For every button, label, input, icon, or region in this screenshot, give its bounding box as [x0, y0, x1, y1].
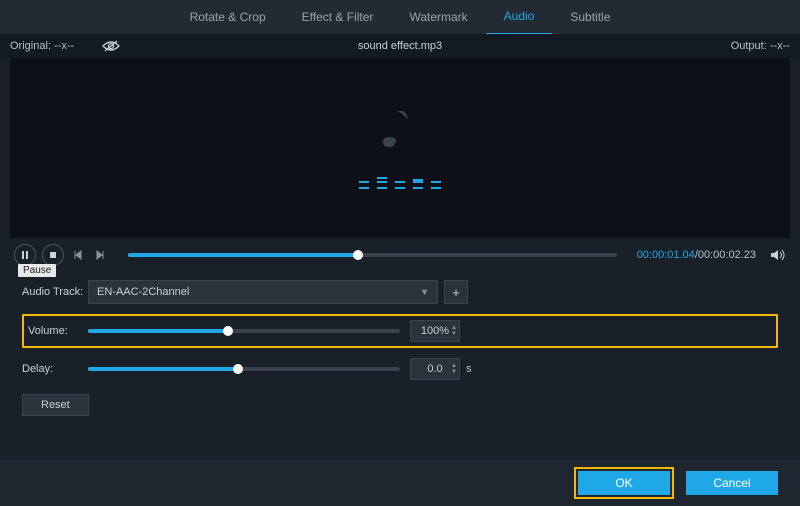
original-size-label: Original: --x-- [10, 40, 74, 52]
volume-label: Volume: [28, 325, 88, 337]
volume-slider-fill [88, 329, 228, 333]
add-audiotrack-button[interactable]: + [444, 280, 468, 304]
volume-slider-thumb[interactable] [223, 326, 233, 336]
visibility-toggle-icon[interactable] [102, 39, 120, 53]
music-note-icon [383, 107, 417, 151]
volume-spinner[interactable]: ▲▼ [451, 325, 457, 337]
footer: OK Cancel [0, 460, 800, 506]
volume-value-box[interactable]: 100% ▲▼ [410, 320, 460, 342]
volume-value: 100% [421, 325, 449, 337]
delay-value-box[interactable]: 0.0 ▲▼ [410, 358, 460, 380]
current-time: 00:00:01.04 [637, 249, 695, 261]
audiotrack-value: EN-AAC-2Channel [97, 286, 189, 298]
ok-button[interactable]: OK [578, 471, 670, 495]
tab-rotate-crop[interactable]: Rotate & Crop [172, 0, 284, 34]
pause-button[interactable] [14, 244, 36, 266]
tab-subtitle[interactable]: Subtitle [552, 0, 628, 34]
playback-controls: 00:00:01.04/00:00:02.23 Pause [0, 238, 800, 266]
delay-slider[interactable] [88, 367, 400, 371]
info-bar: Original: --x-- sound effect.mp3 Output:… [0, 34, 800, 58]
output-size-label: Output: --x-- [731, 40, 790, 52]
delay-label: Delay: [22, 363, 88, 375]
playback-time: 00:00:01.04/00:00:02.23 [637, 249, 756, 261]
dropdown-arrow-icon: ▼ [420, 287, 429, 297]
tab-watermark[interactable]: Watermark [391, 0, 485, 34]
stop-button[interactable] [42, 244, 64, 266]
timeline-fill [128, 253, 358, 257]
playback-timeline[interactable] [128, 253, 617, 257]
reset-button[interactable]: Reset [22, 394, 89, 416]
audiotrack-label: Audio Track: [22, 286, 88, 298]
audiotrack-select[interactable]: EN-AAC-2Channel ▼ [88, 280, 438, 304]
next-button[interactable] [92, 245, 108, 265]
preview-area [10, 58, 790, 238]
equalizer-icon [359, 169, 441, 189]
delay-value: 0.0 [427, 363, 442, 375]
volume-row-highlight: Volume: 100% ▲▼ [22, 314, 778, 348]
prev-button[interactable] [70, 245, 86, 265]
delay-slider-thumb[interactable] [233, 364, 243, 374]
tab-bar: Rotate & Crop Effect & Filter Watermark … [0, 0, 800, 34]
tab-effect-filter[interactable]: Effect & Filter [284, 0, 392, 34]
volume-slider[interactable] [88, 329, 400, 333]
delay-slider-fill [88, 367, 238, 371]
cancel-button[interactable]: Cancel [686, 471, 778, 495]
file-title: sound effect.mp3 [358, 40, 442, 52]
total-time: 00:00:02.23 [698, 249, 756, 261]
tab-audio[interactable]: Audio [486, 0, 553, 35]
delay-unit: s [466, 363, 472, 375]
audio-settings: Audio Track: EN-AAC-2Channel ▼ + Volume:… [0, 266, 800, 416]
pause-tooltip: Pause [18, 264, 56, 277]
timeline-thumb[interactable] [353, 250, 363, 260]
delay-spinner[interactable]: ▲▼ [451, 363, 457, 375]
speaker-icon[interactable] [770, 248, 786, 262]
ok-button-highlight: OK [574, 467, 674, 499]
